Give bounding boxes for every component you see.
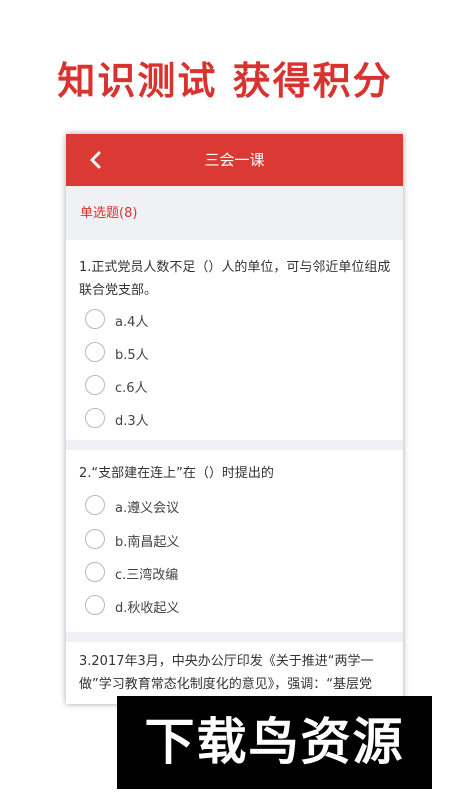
option-label: b.南昌起义: [115, 535, 180, 550]
app-header: 三会一课: [66, 134, 403, 186]
option-label: a.遵义会议: [115, 501, 180, 516]
option-a[interactable]: a.遵义会议: [85, 494, 345, 518]
question-card-2: 2.“支部建在连上”在（）时提出的 a.遵义会议 b.南昌起义 c.三湾改编 d…: [66, 450, 403, 632]
option-label: c.6人: [115, 381, 148, 396]
option-b[interactable]: b.南昌起义: [85, 528, 345, 552]
radio-button[interactable]: [85, 309, 105, 329]
radio-button[interactable]: [85, 595, 105, 615]
question-text: 2.“支部建在连上”在（）时提出的: [79, 466, 274, 481]
page-title: 三会一课: [204, 151, 265, 169]
section-label: 单选题(8): [80, 206, 138, 221]
radio-button[interactable]: [85, 562, 105, 582]
radio-button[interactable]: [85, 342, 105, 362]
question-text: 1.正式党员人数不足（）人的单位，可与邻近单位组成联合党支部。: [79, 260, 391, 298]
option-label: b.5人: [115, 348, 149, 363]
radio-button[interactable]: [85, 495, 105, 515]
phone-screen: 三会一课 单选题(8) 1.正式党员人数不足（）人的单位，可与邻近单位组成联合党…: [66, 134, 403, 704]
promo-title: 知识测试 获得积分: [57, 59, 393, 103]
watermark-banner: 下载鸟资源: [117, 696, 432, 789]
radio-button[interactable]: [85, 375, 105, 395]
option-c[interactable]: c.6人: [85, 374, 345, 398]
page: 知识测试 获得积分 三会一课 单选题(8) 1.正式党员人数不足（）人的单位，可…: [0, 0, 450, 800]
option-label: c.三湾改编: [115, 568, 179, 583]
chevron-left-icon: [90, 151, 101, 169]
option-label: d.3人: [115, 414, 149, 429]
option-d[interactable]: d.秋收起义: [85, 594, 345, 618]
option-label: d.秋收起义: [115, 601, 180, 616]
question-card-3: 3.2017年3月，中央办公厅印发《关于推进“两学一做”学习教育常态化制度化的意…: [66, 642, 403, 704]
question-card-1: 1.正式党员人数不足（）人的单位，可与邻近单位组成联合党支部。 a.4人 b.5…: [66, 240, 403, 440]
radio-button[interactable]: [85, 529, 105, 549]
option-c[interactable]: c.三湾改编: [85, 561, 345, 585]
option-a[interactable]: a.4人: [85, 308, 345, 332]
option-b[interactable]: b.5人: [85, 341, 345, 365]
question-text: 3.2017年3月，中央办公厅印发《关于推进“两学一做”学习教育常态化制度化的意…: [79, 654, 374, 692]
option-d[interactable]: d.3人: [85, 407, 345, 431]
radio-button[interactable]: [85, 408, 105, 428]
option-label: a.4人: [115, 315, 149, 330]
back-button[interactable]: [82, 146, 110, 174]
